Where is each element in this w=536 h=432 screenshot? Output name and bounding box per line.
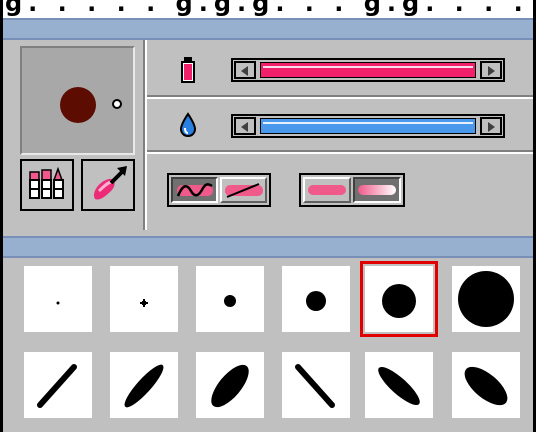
brush-medium-slash[interactable] xyxy=(110,352,178,418)
water-drop-icon xyxy=(175,110,201,140)
wide-backslash-icon xyxy=(464,366,508,406)
medium-backslash-icon xyxy=(378,366,420,406)
thin-slash-icon xyxy=(37,364,77,408)
paint-tube-icon xyxy=(175,55,201,85)
horizontal-divider xyxy=(147,150,533,154)
wetness-slider-track[interactable] xyxy=(260,118,476,134)
brush-large-dot[interactable] xyxy=(282,266,350,332)
brush-preview xyxy=(20,46,135,155)
stroke-fade-button[interactable] xyxy=(353,177,401,203)
wide-slash-icon xyxy=(211,364,249,408)
brush-medium-backslash[interactable] xyxy=(365,352,433,418)
brush-small-plus[interactable] xyxy=(110,266,178,332)
straight-line-icon xyxy=(224,183,263,198)
xlarge-dot-icon xyxy=(382,284,416,318)
brush-shape-grid xyxy=(24,261,524,426)
wetness-slider-right-arrow[interactable] xyxy=(480,117,502,135)
menu-bar-cropped: g. . . . . g.g.g. . . g.g. . . . xyxy=(3,0,533,18)
opacity-slider-track[interactable] xyxy=(260,62,476,78)
straight-line-button[interactable] xyxy=(220,177,267,203)
stroke-solid-icon xyxy=(308,185,346,195)
brush-xlarge-dot[interactable] xyxy=(360,261,438,337)
opacity-slider-left-arrow[interactable] xyxy=(234,61,256,79)
brush-wide-backslash[interactable] xyxy=(452,352,520,418)
stroke-fade-group xyxy=(299,173,405,207)
wetness-slider-left-arrow[interactable] xyxy=(234,117,256,135)
brush-preview-dot xyxy=(60,87,96,123)
paint-tubes-button[interactable] xyxy=(20,159,74,211)
horizontal-divider xyxy=(147,95,533,99)
brush-xxlarge-dot[interactable] xyxy=(452,266,520,332)
brush-wide-slash[interactable] xyxy=(196,352,264,418)
stroke-type-group xyxy=(167,173,271,207)
brush-arrow-icon xyxy=(93,166,127,200)
brush-arrow-button[interactable] xyxy=(81,159,135,211)
wetness-slider[interactable] xyxy=(231,114,505,138)
freehand-icon xyxy=(176,183,213,197)
large-dot-icon xyxy=(306,291,326,311)
vertical-divider xyxy=(143,40,147,230)
opacity-slider-right-arrow[interactable] xyxy=(480,61,502,79)
stroke-fade-icon xyxy=(358,185,396,195)
menu-bar-text: g. . . . . g.g.g. . . g.g. . . . xyxy=(5,0,529,17)
medium-dot-icon xyxy=(224,295,236,307)
brush-thin-backslash[interactable] xyxy=(282,352,350,418)
palette-title-bar[interactable] xyxy=(3,18,533,40)
small-plus-icon xyxy=(140,299,148,307)
xxlarge-dot-icon xyxy=(458,271,514,327)
paint-tubes-icon xyxy=(29,166,64,199)
tiny-dot-icon xyxy=(56,301,60,305)
stroke-solid-button[interactable] xyxy=(303,177,351,203)
freehand-button[interactable] xyxy=(171,177,218,203)
brush-thin-slash[interactable] xyxy=(24,352,92,418)
brush-tiny-dot[interactable] xyxy=(24,266,92,332)
opacity-slider[interactable] xyxy=(231,58,505,82)
brush-shapes-title-bar[interactable] xyxy=(3,236,533,258)
thin-backslash-icon xyxy=(295,364,335,408)
brush-preview-small-dot xyxy=(112,99,122,109)
medium-slash-icon xyxy=(124,364,164,408)
brush-palette-window: g. . . . . g.g.g. . . g.g. . . . xyxy=(0,0,536,432)
brush-medium-dot[interactable] xyxy=(196,266,264,332)
